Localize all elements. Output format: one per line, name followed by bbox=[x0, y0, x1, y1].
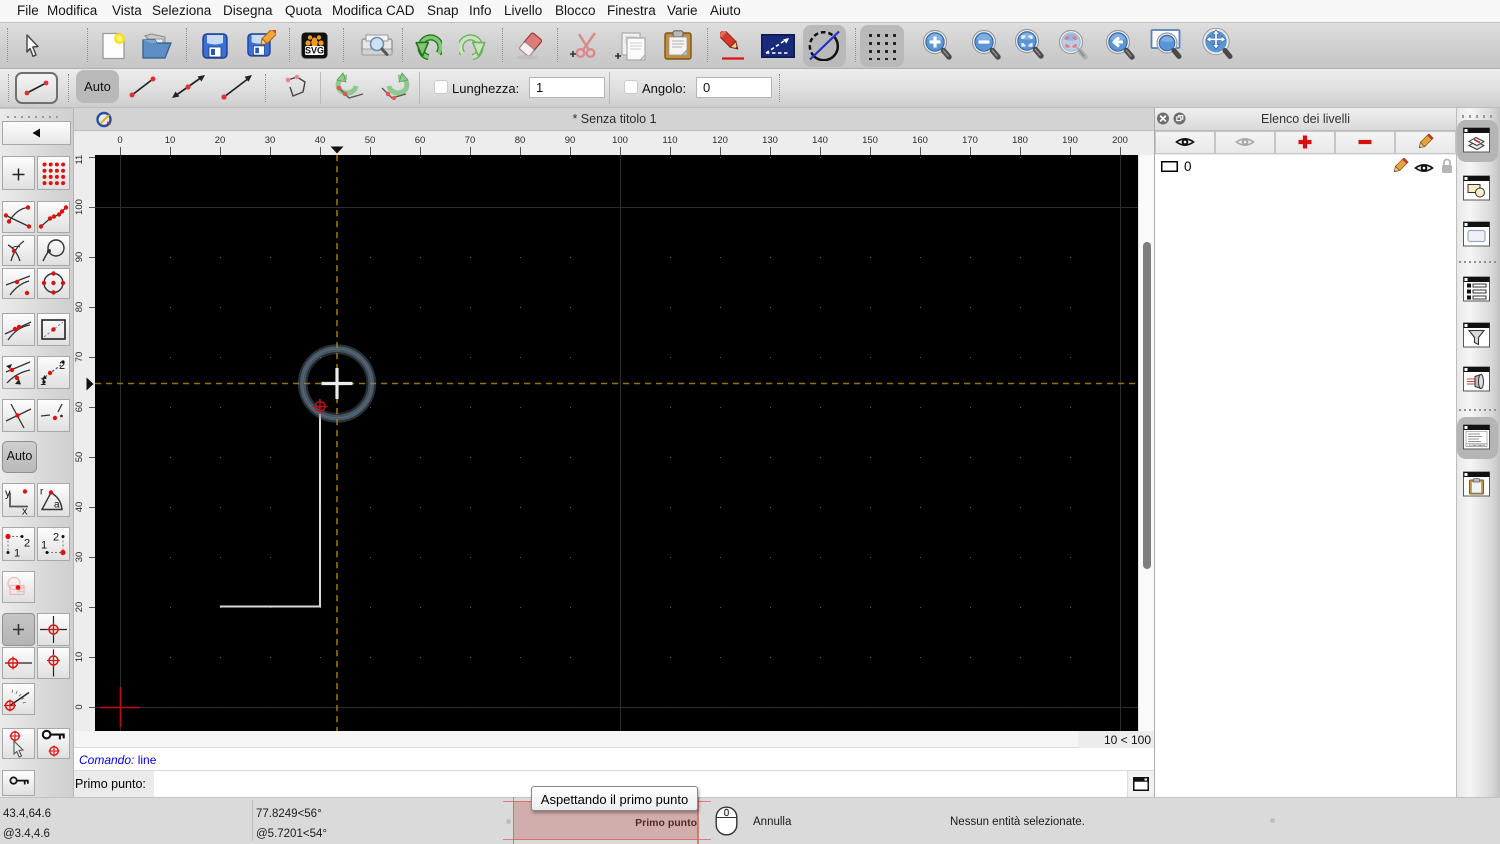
svg-text:2: 2 bbox=[24, 538, 30, 550]
svg-text:1: 1 bbox=[41, 540, 47, 552]
svg-text:c command: c command bbox=[1469, 443, 1485, 447]
svg-text:r: r bbox=[40, 487, 44, 498]
svg-text:2: 2 bbox=[53, 532, 59, 544]
svg-text:SVG: SVG bbox=[305, 46, 324, 56]
svg-text:a: a bbox=[54, 500, 60, 511]
svg-text:y: y bbox=[5, 488, 11, 500]
svg-text:x: x bbox=[22, 506, 28, 518]
svg-text:1: 1 bbox=[14, 548, 20, 560]
